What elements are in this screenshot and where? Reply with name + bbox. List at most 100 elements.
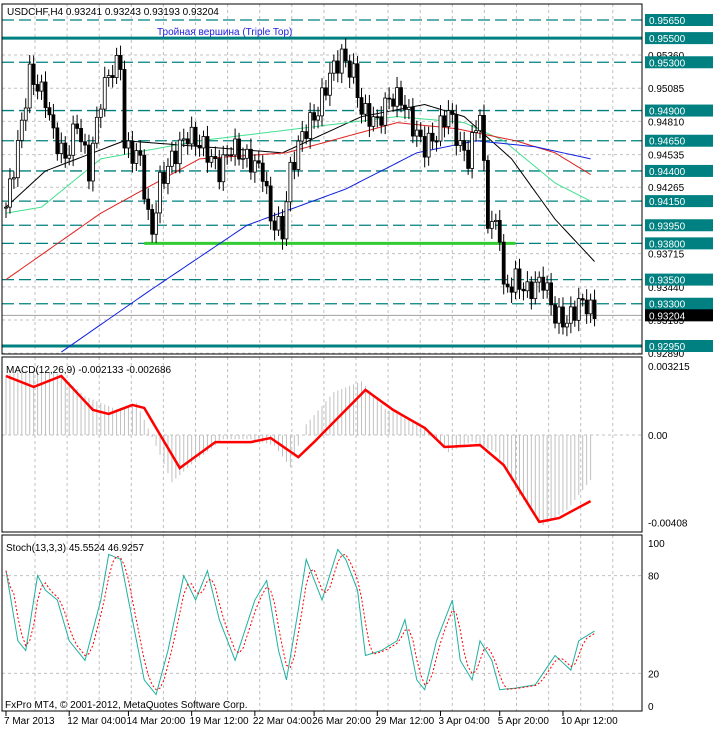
candle-body (454, 114, 459, 146)
candle-body (241, 157, 245, 160)
candle-body (493, 219, 498, 222)
stoch-tick-label: 20 (648, 669, 660, 680)
candle-body (545, 282, 550, 291)
candle-body (339, 48, 344, 74)
candle-body (114, 55, 119, 78)
candle-body (335, 60, 340, 74)
price-tick-label: 0.93715 (648, 250, 685, 261)
candle-body (205, 136, 210, 163)
time-tick-label: 29 Mar 12:00 (375, 716, 434, 727)
candle-body (470, 132, 475, 169)
candle-body (379, 116, 384, 126)
candle-body (320, 87, 324, 117)
candle-body (126, 140, 131, 149)
candle-body (450, 110, 455, 115)
candle-body (426, 132, 431, 158)
candle-body (580, 298, 585, 301)
candle-body (217, 158, 222, 183)
candle-body (75, 123, 79, 129)
candle-body (351, 63, 356, 78)
time-tick-label: 12 Mar 04:00 (67, 716, 126, 727)
chart-window[interactable]: 0.953600.950850.948100.945350.942650.937… (0, 0, 713, 729)
candle-body (324, 87, 328, 96)
candle-body (15, 140, 20, 179)
time-tick-label: 26 Mar 20:00 (312, 716, 371, 727)
candle-body (517, 268, 522, 290)
candle-body (256, 160, 261, 164)
candle-body (533, 281, 538, 300)
copyright-text: FxPro MT4, © 2001-2012, MetaQuotes Softw… (5, 700, 247, 711)
candle-body (462, 140, 467, 151)
time-tick-label: 7 Mar 2013 (4, 716, 55, 727)
candle-body (466, 149, 471, 169)
candle-body (67, 154, 72, 159)
stoch-title: Stoch(13,3,3) 45.5524 46.9257 (6, 543, 144, 554)
candle-body (375, 116, 380, 119)
candle-body (410, 106, 415, 137)
candle-body (193, 126, 198, 146)
candle-body (94, 116, 99, 144)
candle-body (181, 138, 186, 141)
candle-body (505, 283, 510, 288)
candle-body (162, 171, 166, 184)
macd-pane (2, 370, 642, 526)
candle-body (98, 108, 103, 118)
stoch-pane-border (1, 534, 643, 712)
candle-body (110, 75, 115, 78)
candle-body (403, 104, 407, 110)
candle-body (248, 148, 253, 173)
candle-body (363, 103, 368, 115)
candle-body (308, 112, 313, 139)
candle-body (430, 132, 435, 142)
candle-body (264, 180, 269, 187)
candle-body (229, 154, 234, 157)
candle-body (51, 114, 56, 129)
time-tick-label: 10 Apr 12:00 (561, 716, 618, 727)
candle-body (197, 145, 202, 149)
candle-body (529, 281, 534, 300)
candle-body (213, 156, 218, 159)
candle-body (4, 206, 8, 209)
stoch-tick-label: 80 (648, 572, 660, 583)
candle-body (83, 141, 87, 146)
time-tick-label: 5 Apr 20:00 (498, 716, 550, 727)
candle-body (158, 171, 162, 214)
candle-body (304, 131, 309, 139)
time-tick-label: 22 Mar 04:00 (253, 716, 312, 727)
candle-body (43, 81, 48, 109)
candle-body (91, 142, 95, 182)
candle-body (549, 282, 553, 306)
candle-body (122, 69, 127, 149)
candle-body (106, 75, 111, 78)
candle-body (225, 154, 230, 157)
candle-body (395, 87, 399, 107)
candle-body (27, 63, 32, 109)
horizontal-levels[interactable] (2, 19, 642, 348)
candle-body (331, 60, 336, 74)
candle-body (446, 110, 451, 128)
candle-body (134, 150, 139, 164)
candle-body (284, 201, 289, 240)
candle-body (513, 268, 518, 293)
level-label: 0.94650 (649, 137, 686, 148)
candle-body (118, 55, 123, 70)
candle-body (489, 221, 494, 229)
level-label: 0.93300 (649, 300, 686, 311)
candle-body (485, 160, 490, 229)
candle-body (150, 209, 155, 235)
candle-body (478, 114, 482, 132)
candle-body (371, 116, 376, 127)
candle-body (355, 63, 360, 99)
candle-body (237, 138, 241, 160)
candle-body (343, 48, 348, 62)
candle-body (296, 140, 301, 170)
macd-pane-border (1, 356, 643, 533)
candle-body (47, 107, 52, 116)
candle-body (11, 177, 16, 180)
candle-body (288, 161, 293, 203)
price-tick-label: 0.95085 (648, 84, 685, 95)
candle-body (177, 139, 182, 165)
macd-title: MACD(12,26,9) -0.002133 -0.002686 (6, 365, 172, 376)
pattern-label: Тройная вершина (Triple Top) (157, 27, 292, 38)
candle-body (292, 161, 297, 170)
